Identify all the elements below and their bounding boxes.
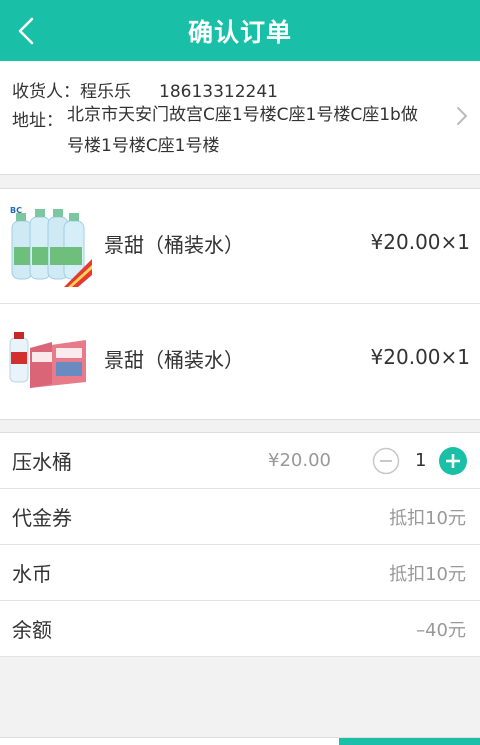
- water-carton-image: [8, 318, 92, 402]
- address-label: 地址：: [12, 111, 63, 131]
- goods-item[interactable]: BC 景甜（桶装水） ¥20.00×1: [0, 189, 480, 304]
- goods-price: ¥20.00×1: [370, 230, 470, 254]
- balance-value: –40元: [416, 619, 466, 641]
- bucket-price: ¥20.00: [268, 450, 331, 471]
- goods-name: 景甜（桶装水）: [104, 233, 244, 257]
- address-text: 北京市天安门故宫C座1号楼C座1号楼C座1b做号楼1号楼C座1号楼: [67, 105, 418, 156]
- address-card[interactable]: 收货人：程乐乐 18613312241 地址： 北京市天安门故宫C座1号楼C座1号…: [0, 61, 480, 175]
- consignee-line: 收货人：程乐乐 18613312241: [12, 77, 278, 102]
- top-bar: 确认订单: [0, 0, 480, 61]
- back-button[interactable]: [6, 10, 46, 52]
- goods-list: BC 景甜（桶装水） ¥20.00×1 景甜（桶装水） ¥20.00×1: [0, 188, 480, 420]
- goods-item[interactable]: 景甜（桶装水） ¥20.00×1: [0, 304, 480, 419]
- bucket-label: 压水桶: [12, 450, 72, 474]
- voucher-label: 代金券: [12, 506, 72, 530]
- bucket-quantity[interactable]: 1: [415, 450, 426, 471]
- voucher-row[interactable]: 代金券 抵扣10元: [0, 489, 480, 545]
- bucket-row: 压水桶 ¥20.00 1: [0, 433, 480, 489]
- minus-button[interactable]: [372, 447, 400, 475]
- consignee-name: 程乐乐: [80, 82, 131, 102]
- address-line: 地址： 北京市天安门故宫C座1号楼C座1号楼C座1b做号楼1号楼C座1号楼: [12, 105, 432, 162]
- consignee-phone: 18613312241: [159, 82, 278, 102]
- bottom-bar: [0, 737, 480, 745]
- page-title: 确认订单: [187, 17, 292, 47]
- voucher-value: 抵扣10元: [389, 507, 466, 529]
- coin-label: 水币: [12, 562, 52, 586]
- consignee-label: 收货人：: [12, 82, 80, 102]
- order-options: 压水桶 ¥20.00 1 代金券 抵扣10元 水币 抵扣10元 余额 –40元: [0, 432, 480, 657]
- water-bottle-pack-image: BC: [8, 203, 92, 287]
- coin-value: 抵扣10元: [389, 563, 466, 585]
- chevron-left-icon: [18, 17, 34, 45]
- plus-button[interactable]: [439, 447, 467, 475]
- goods-price: ¥20.00×1: [370, 345, 470, 369]
- balance-label: 余额: [12, 618, 52, 642]
- submit-order-button[interactable]: [339, 738, 480, 745]
- coin-row[interactable]: 水币 抵扣10元: [0, 545, 480, 601]
- goods-name: 景甜（桶装水）: [104, 348, 244, 372]
- chevron-right-icon: [457, 107, 467, 125]
- balance-row[interactable]: 余额 –40元: [0, 601, 480, 657]
